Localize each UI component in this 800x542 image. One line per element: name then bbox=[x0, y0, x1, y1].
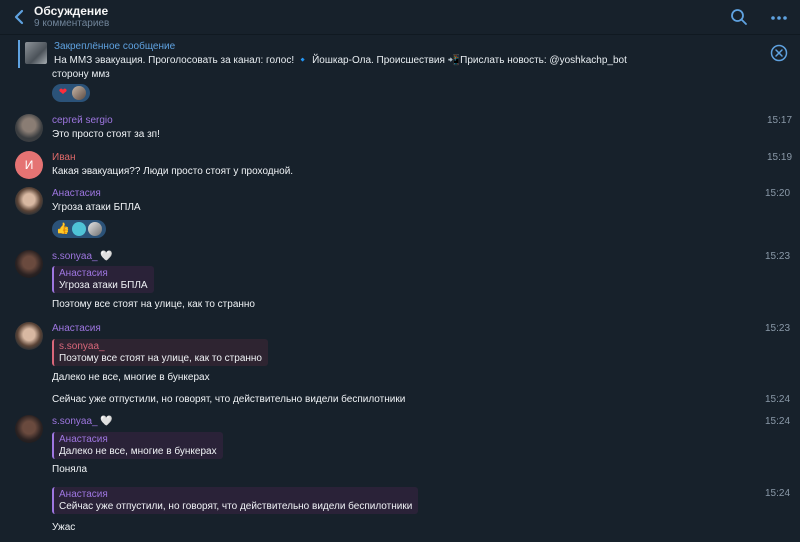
message-text: Далеко не все, многие в бункерах bbox=[52, 372, 210, 383]
message-time: 15:23 bbox=[765, 251, 791, 262]
pinned-title: Закреплённое сообщение bbox=[54, 41, 176, 52]
pinned-accent-bar bbox=[18, 40, 20, 68]
message-text: Сейчас уже отпустили, но говорят, что де… bbox=[52, 394, 406, 405]
quote-author: Анастасия bbox=[59, 489, 108, 500]
avatar[interactable] bbox=[15, 187, 43, 215]
message-time: 15:19 bbox=[767, 152, 793, 163]
message-text: Какая эвакуация?? Люди просто стоят у пр… bbox=[52, 166, 294, 177]
message-time: 15:24 bbox=[765, 488, 791, 499]
reply-quote[interactable]: s.sonyaa_ Поэтому все стоят на улице, ка… bbox=[52, 339, 268, 366]
close-pinned-icon[interactable] bbox=[770, 44, 788, 62]
message-text: Поэтому все стоят на улице, как то стран… bbox=[52, 299, 255, 310]
reactions-message[interactable]: 👍 bbox=[52, 220, 106, 238]
message-text: Поняла bbox=[52, 464, 88, 475]
quote-author: Анастасия bbox=[59, 434, 108, 445]
message-time: 15:20 bbox=[765, 188, 791, 199]
quote-author: Анастасия bbox=[59, 268, 108, 279]
comments-count: 9 комментариев bbox=[34, 18, 110, 29]
chat-header: Обсуждение 9 комментариев bbox=[0, 0, 800, 34]
avatar[interactable] bbox=[15, 415, 43, 443]
reply-quote[interactable]: Анастасия Далеко не все, многие в бункер… bbox=[52, 432, 223, 459]
reply-quote[interactable]: Анастасия Сейчас уже отпустили, но говор… bbox=[52, 487, 419, 514]
quote-text: Сейчас уже отпустили, но говорят, что де… bbox=[59, 501, 413, 512]
avatar[interactable]: И bbox=[15, 151, 43, 179]
message-text: Угроза атаки БПЛА bbox=[52, 202, 141, 213]
quote-text: Далеко не все, многие в бункерах bbox=[59, 446, 217, 457]
quote-author: s.sonyaa_ bbox=[59, 341, 105, 352]
reactor-avatar bbox=[88, 222, 102, 236]
avatar[interactable] bbox=[15, 114, 43, 142]
reply-quote[interactable]: Анастасия Угроза атаки БПЛА bbox=[52, 266, 154, 293]
search-icon[interactable] bbox=[730, 8, 748, 26]
sender-name[interactable]: Анастасия bbox=[52, 323, 101, 334]
reactions-pinned[interactable]: ❤ bbox=[52, 84, 90, 102]
pinned-thumbnail bbox=[25, 42, 47, 64]
thumbs-up-icon: 👍 bbox=[56, 222, 70, 235]
message-time: 15:24 bbox=[765, 416, 791, 427]
continued-message-text: сторону ммз bbox=[52, 69, 110, 80]
message-text: Ужас bbox=[52, 522, 76, 533]
message-text: Это просто стоят за зп! bbox=[52, 129, 160, 140]
message-time: 15:24 bbox=[765, 394, 791, 405]
sender-name[interactable]: s.sonyaa_ 🤍 bbox=[52, 416, 113, 427]
quote-text: Поэтому все стоят на улице, как то стран… bbox=[59, 353, 262, 364]
chat-title: Обсуждение bbox=[34, 4, 109, 18]
reactor-avatar bbox=[72, 222, 86, 236]
avatar-initial: И bbox=[24, 158, 34, 172]
sender-name[interactable]: Анастасия bbox=[52, 188, 101, 199]
more-icon[interactable] bbox=[770, 9, 788, 27]
sender-name[interactable]: Иван bbox=[52, 152, 75, 163]
avatar[interactable] bbox=[15, 322, 43, 350]
heart-icon: ❤ bbox=[58, 87, 68, 98]
quote-text: Угроза атаки БПЛА bbox=[59, 280, 148, 291]
avatar[interactable] bbox=[15, 250, 43, 278]
pinned-text: На ММЗ эвакуация. Проголосовать за канал… bbox=[54, 55, 627, 66]
reactor-avatar bbox=[72, 86, 86, 100]
message-time: 15:23 bbox=[765, 323, 791, 334]
message-time: 15:17 bbox=[767, 115, 793, 126]
sender-name[interactable]: s.sonyaa_ 🤍 bbox=[52, 251, 113, 262]
back-arrow-icon[interactable] bbox=[12, 9, 28, 25]
pinned-message[interactable]: Закреплённое сообщение На ММЗ эвакуация.… bbox=[0, 34, 800, 72]
sender-name[interactable]: сергей sergio bbox=[52, 115, 113, 126]
